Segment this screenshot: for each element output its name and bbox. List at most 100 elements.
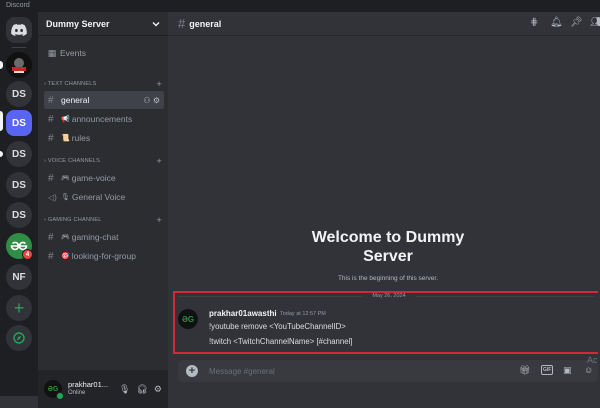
gif-icon[interactable]: GIF: [541, 365, 554, 375]
add-server-icon: +: [13, 297, 25, 318]
channel-emoji: 🎙: [61, 194, 70, 201]
channel-emoji: 🎮: [61, 175, 70, 182]
user-status: Online: [68, 390, 86, 396]
unread-indicator: [0, 151, 3, 157]
gift-icon[interactable]: 🎁︎: [519, 365, 530, 376]
text-channel-icon: #: [178, 16, 186, 31]
channel-name: gaming-chat: [71, 232, 119, 242]
microphone-icon[interactable]: 🎙︎: [119, 384, 130, 395]
message-input[interactable]: [207, 365, 461, 377]
sticker-icon[interactable]: ▣: [563, 365, 572, 376]
text-channel-icon: #: [48, 250, 54, 262]
online-status-dot: [56, 392, 64, 400]
add-channel-icon[interactable]: +: [157, 156, 162, 166]
server-label: NF: [12, 271, 26, 283]
user-panel: ƏG prakhar01... Online 🎙︎ 🎧︎ ⚙: [38, 370, 168, 408]
emoji-icon[interactable]: ☺: [584, 365, 593, 375]
channel-name: game-voice: [71, 173, 116, 183]
message-line: !twitch <TwitchChannelName> [#channel]: [209, 337, 353, 346]
server-label: DS: [12, 88, 26, 100]
text-channel-icon: #: [48, 94, 54, 106]
server-nf[interactable]: NF: [6, 264, 32, 290]
channel-title: general: [189, 18, 222, 29]
welcome-subtitle: This is the beginning of this server.: [337, 275, 439, 282]
message-author[interactable]: prakhar01awasthi: [209, 309, 277, 318]
add-channel-icon[interactable]: +: [157, 215, 162, 225]
activation-watermark: Ac: [587, 355, 598, 365]
calendar-icon: ▦: [47, 47, 57, 58]
channel-settings-icons[interactable]: ⚇ ⚙: [143, 96, 160, 105]
text-channel-icon: #: [48, 132, 54, 144]
gear-icon[interactable]: ⚙: [154, 384, 162, 395]
message-avatar[interactable]: ƏG: [178, 309, 198, 329]
channel-announcements[interactable]: # 📢 announcements: [44, 110, 164, 128]
channel-general[interactable]: # general ⚇ ⚙: [44, 91, 164, 109]
active-server-indicator: [0, 111, 3, 131]
message-line: !youtube remove <YouTubeChannelID>: [209, 322, 346, 331]
server-ds-5[interactable]: DS: [6, 202, 32, 228]
threads-icon[interactable]: ⋕: [530, 17, 538, 28]
speaker-icon: ◁): [48, 192, 57, 202]
category-label: › TEXT CHANNELS: [44, 81, 97, 87]
bell-icon[interactable]: 🔔︎: [550, 17, 563, 28]
server-ds-4[interactable]: DS: [6, 172, 32, 198]
category-label: › VOICE CHANNELS: [44, 158, 101, 164]
app-titlebar: Discord: [0, 0, 600, 12]
channel-rules[interactable]: # 📜 rules: [44, 129, 164, 147]
category-name: GAMING CHANNEL: [47, 217, 102, 223]
geeksforgeeks-logo-icon: ƏG: [181, 314, 195, 324]
upload-plus-icon[interactable]: +: [186, 365, 198, 377]
channel-name: announcements: [71, 114, 133, 124]
channel-name: general: [61, 95, 90, 105]
server-ds-1[interactable]: DS: [6, 81, 32, 107]
server-label: DS: [12, 117, 26, 129]
avatar[interactable]: ƏG: [44, 380, 64, 400]
mention-count: 4: [25, 251, 30, 258]
server-header[interactable]: Dummy Server: [38, 12, 168, 36]
server-image-icon: [12, 58, 26, 73]
events-link[interactable]: ▦ Events: [44, 44, 162, 62]
discord-home-button[interactable]: [6, 17, 32, 43]
welcome-title: Welcome to Dummy Server: [311, 229, 465, 265]
server-rail: DS DS DS DS DS 4 NF +: [0, 12, 38, 396]
channel-emoji: 📢: [61, 116, 70, 123]
add-channel-icon[interactable]: +: [157, 79, 162, 89]
channel-emoji: 🎯: [61, 253, 70, 260]
text-channel-icon: #: [48, 113, 54, 125]
server-name: Dummy Server: [46, 18, 110, 29]
category-name: TEXT CHANNELS: [47, 81, 97, 87]
add-server-button[interactable]: +: [6, 295, 32, 321]
category-gaming-channel[interactable]: › GAMING CHANNEL +: [44, 214, 162, 226]
headphones-icon[interactable]: 🎧︎: [136, 384, 147, 395]
username: prakhar01...: [68, 380, 109, 389]
unread-indicator: [0, 61, 3, 69]
server-icon-image[interactable]: [6, 52, 32, 78]
channel-sidebar: Dummy Server ▦ Events › TEXT CHANNELS + …: [38, 12, 168, 408]
category-text-channels[interactable]: › TEXT CHANNELS +: [44, 78, 162, 90]
category-voice-channels[interactable]: › VOICE CHANNELS +: [44, 155, 162, 167]
rail-divider: [12, 47, 26, 48]
events-label: Events: [60, 48, 86, 58]
channel-header: # general ⋕ 🔔︎ 📌︎ 👥︎: [168, 12, 600, 36]
channel-looking-for-group[interactable]: # 🎯 looking-for-group: [44, 247, 164, 265]
channel-gaming-chat[interactable]: # 🎮 gaming-chat: [44, 228, 164, 246]
user-info[interactable]: prakhar01... Online: [68, 380, 108, 398]
mention-badge: 4: [22, 249, 33, 260]
channel-general-voice[interactable]: ◁) 🎙 General Voice: [44, 188, 164, 206]
explore-icon: [13, 332, 25, 344]
app-title: Discord: [6, 2, 30, 9]
text-channel-icon: #: [48, 172, 54, 184]
discord-logo-icon: [11, 24, 27, 36]
explore-servers-button[interactable]: [6, 325, 32, 351]
server-label: DS: [12, 209, 26, 221]
server-ds-3[interactable]: DS: [6, 141, 32, 167]
server-ds-active[interactable]: DS: [6, 110, 32, 136]
channel-game-voice[interactable]: # 🎮 game-voice: [44, 169, 164, 187]
channel-emoji: 🎮: [61, 234, 70, 241]
message-composer: + 🎁︎ GIF ▣ ☺: [178, 360, 598, 382]
pin-icon[interactable]: 📌︎: [570, 17, 583, 28]
server-label: DS: [12, 148, 26, 160]
member-list-icon[interactable]: 👥︎: [590, 17, 600, 28]
channel-name: rules: [71, 133, 91, 143]
text-channel-icon: #: [48, 231, 54, 243]
